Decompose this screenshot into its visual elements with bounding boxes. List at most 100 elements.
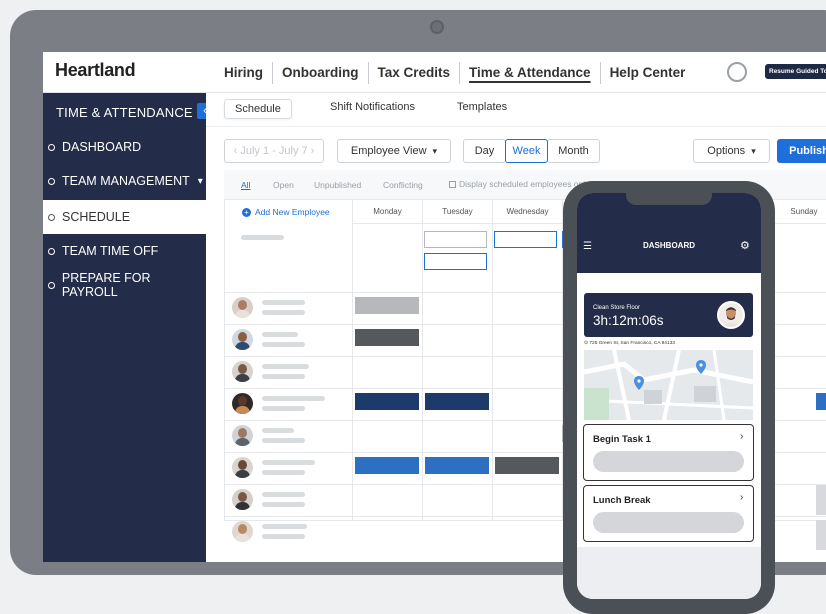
- sidebar: TIME & ATTENDANCE ‹ DASHBOARD TEAM MANAG…: [43, 93, 213, 562]
- filter-conflicting[interactable]: Conflicting: [383, 180, 423, 190]
- sidebar-item-dashboard[interactable]: DASHBOARD: [43, 130, 206, 164]
- sidebar-item-team-management[interactable]: TEAM MANAGEMENT ▾: [43, 164, 206, 198]
- shift-block[interactable]: [816, 393, 826, 410]
- avatar: [232, 361, 253, 382]
- day-header-monday: Monday: [352, 200, 422, 224]
- chevron-right-icon: ›: [740, 431, 744, 442]
- day-header-tuesday: Tuesday: [422, 200, 492, 224]
- shift-block[interactable]: [355, 329, 419, 346]
- sidebar-item-label: DASHBOARD: [62, 140, 142, 154]
- grid-divider: [352, 200, 353, 521]
- placeholder-line: [262, 342, 305, 347]
- checkbox-icon: [449, 180, 456, 188]
- phone-frame: ☰ DASHBOARD ⚙ Clean Store Floor 3h:12m:0…: [563, 181, 775, 614]
- sidebar-item-label: TEAM MANAGEMENT: [62, 174, 190, 188]
- shift-block[interactable]: [425, 457, 489, 474]
- scheduled-only-checkbox[interactable]: Display scheduled employees only: [449, 179, 589, 189]
- grid-divider: [492, 200, 493, 521]
- shift-block[interactable]: [816, 520, 826, 550]
- task-card-lunch-break[interactable]: Lunch Break ›: [583, 485, 754, 542]
- placeholder-line: [262, 534, 305, 539]
- open-shift-slot[interactable]: [424, 253, 487, 270]
- placeholder-line: [262, 396, 325, 401]
- shift-block[interactable]: [425, 393, 489, 410]
- bullet-icon: [48, 143, 55, 151]
- chevron-down-icon: ▾: [197, 175, 203, 187]
- task-title: Begin Task 1: [593, 434, 651, 445]
- placeholder-line: [262, 470, 305, 475]
- open-shift-slot[interactable]: [424, 231, 487, 248]
- avatar: [232, 489, 253, 510]
- avatar: [232, 425, 253, 446]
- avatar: [232, 329, 253, 350]
- placeholder-line: [241, 235, 284, 240]
- clock-in-card[interactable]: Clean Store Floor 3h:12m:06s: [584, 293, 753, 337]
- phone-screen: ☰ DASHBOARD ⚙ Clean Store Floor 3h:12m:0…: [577, 193, 761, 599]
- timer: 3h:12m:06s: [593, 313, 664, 328]
- placeholder-line: [262, 502, 305, 507]
- shift-block[interactable]: [495, 457, 559, 474]
- store-label: Clean Store Floor: [593, 305, 641, 311]
- sidebar-item-team-time-off[interactable]: TEAM TIME OFF: [43, 234, 206, 268]
- map-graphic: [584, 350, 753, 420]
- phone-footer: [577, 547, 761, 599]
- day-header-sunday: Sunday: [772, 200, 826, 224]
- avatar: [232, 393, 253, 414]
- filter-all[interactable]: All: [241, 180, 250, 190]
- placeholder-line: [262, 310, 305, 315]
- gear-icon[interactable]: ⚙: [740, 239, 750, 252]
- add-employee-label: Add New Employee: [255, 207, 330, 217]
- avatar: [232, 297, 253, 318]
- range-week-button[interactable]: Week: [505, 139, 548, 163]
- day-header-wednesday: Wednesday: [492, 200, 562, 224]
- chevron-right-icon: ›: [740, 492, 744, 503]
- grid-divider: [422, 200, 423, 521]
- checkbox-label: Display scheduled employees only: [459, 179, 590, 189]
- sidebar-item-label: SCHEDULE: [62, 210, 131, 224]
- shift-block[interactable]: [355, 297, 419, 314]
- phone-header: ☰ DASHBOARD ⚙: [577, 193, 761, 273]
- bullet-icon: [48, 281, 55, 289]
- filter-unpublished[interactable]: Unpublished: [314, 180, 361, 190]
- placeholder-line: [262, 428, 294, 433]
- address: ⊙ 725 Green St, San Francisco, CA 94133: [584, 341, 675, 346]
- placeholder-line: [262, 332, 298, 337]
- camera-icon: [430, 20, 444, 34]
- task-title: Lunch Break: [593, 495, 651, 506]
- sidebar-item-prepare-for-payroll[interactable]: PREPARE FOR PAYROLL: [43, 268, 206, 302]
- placeholder-line: [262, 364, 309, 369]
- stage: Heartland Hiring Onboarding Tax Credits …: [0, 0, 826, 614]
- sidebar-item-schedule[interactable]: SCHEDULE: [43, 200, 206, 234]
- bullet-icon: [48, 213, 55, 221]
- avatar: [232, 521, 253, 542]
- shift-block[interactable]: [816, 485, 826, 515]
- phone-notch: [626, 193, 712, 205]
- add-new-employee-link[interactable]: + Add New Employee: [242, 207, 330, 217]
- sidebar-item-label: PREPARE FOR PAYROLL: [61, 271, 151, 299]
- shift-block[interactable]: [355, 393, 419, 410]
- task-progress-placeholder: [593, 512, 744, 533]
- avatar: [717, 301, 745, 329]
- placeholder-line: [262, 374, 305, 379]
- placeholder-line: [262, 406, 305, 411]
- avatar: [232, 457, 253, 478]
- address-text: 725 Green St, San Francisco, CA 94133: [589, 341, 675, 346]
- person-icon: [719, 303, 743, 327]
- filter-open[interactable]: Open: [273, 180, 294, 190]
- placeholder-line: [262, 438, 305, 443]
- placeholder-line: [262, 524, 307, 529]
- phone-title: DASHBOARD: [643, 241, 695, 250]
- placeholder-line: [262, 492, 305, 497]
- plus-icon: +: [242, 207, 251, 217]
- open-shift-slot[interactable]: [494, 231, 557, 248]
- bullet-icon: [48, 177, 55, 185]
- map-view[interactable]: [584, 350, 753, 420]
- task-card-begin-task[interactable]: Begin Task 1 ›: [583, 424, 754, 481]
- bullet-icon: [48, 247, 55, 255]
- sidebar-item-label: TEAM TIME OFF: [62, 244, 159, 258]
- shift-block[interactable]: [355, 457, 419, 474]
- logo: Heartland: [55, 60, 136, 80]
- task-progress-placeholder: [593, 451, 744, 472]
- sidebar-title: TIME & ATTENDANCE: [56, 105, 193, 120]
- placeholder-line: [262, 460, 315, 465]
